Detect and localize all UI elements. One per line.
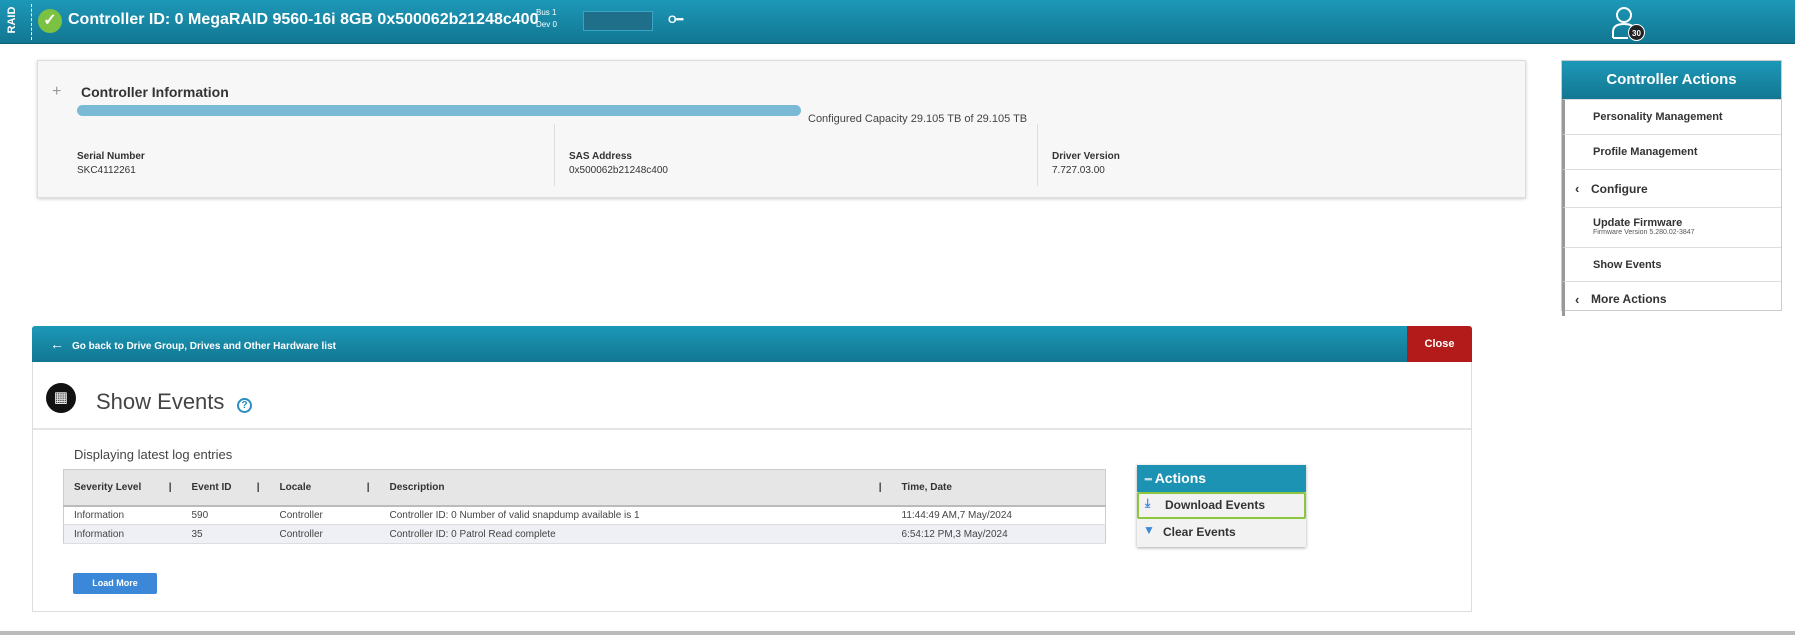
controller-card-icon xyxy=(583,11,653,31)
close-button[interactable]: Close xyxy=(1407,326,1472,362)
firmware-version: Firmware Version 5.280.02-3847 xyxy=(1593,229,1695,236)
driver-version-field: Driver Version 7.727.03.00 xyxy=(1052,151,1120,176)
actions-panel: ━ Actions ⤓ Download Events ▼ Clear Events xyxy=(1137,465,1306,547)
serial-number-field: Serial Number SKC4112261 xyxy=(77,151,145,176)
sas-address-field: SAS Address 0x500062b21248c400 xyxy=(569,151,668,176)
action-personality-management[interactable]: Personality Management xyxy=(1562,99,1781,134)
action-profile-management[interactable]: Profile Management xyxy=(1562,134,1781,169)
action-label: Profile Management xyxy=(1593,146,1698,158)
page-title: Show Events xyxy=(96,389,225,414)
chevron-left-icon: ‹ xyxy=(1575,292,1580,307)
action-show-events[interactable]: Show Events xyxy=(1562,247,1781,281)
clear-events-button[interactable]: ▼ Clear Events xyxy=(1137,519,1306,546)
trash-icon: ▼ xyxy=(1143,523,1155,537)
field-value: 0x500062b21248c400 xyxy=(569,165,668,176)
calendar-icon: ▦ xyxy=(46,383,76,413)
table-row[interactable]: Information 35 Controller Controller ID: 0 … xyxy=(63,524,1106,544)
user-count-badge: 30 xyxy=(1628,24,1645,41)
raid-label: RAID xyxy=(6,6,18,34)
column-header[interactable]: | Event ID xyxy=(181,469,270,507)
controller-title[interactable]: Controller ID: 0 MegaRAID 9560-16i 8GB 0… xyxy=(68,11,538,29)
action-label: Show Events xyxy=(1593,259,1662,271)
field-label: SAS Address xyxy=(569,151,632,162)
field-value: SKC4112261 xyxy=(77,165,136,176)
table-row[interactable]: Information 590 Controller Controller ID: 0… xyxy=(63,505,1106,525)
bottom-border xyxy=(0,631,1795,635)
load-more-button[interactable]: Load More xyxy=(73,573,157,594)
column-header[interactable]: | Locale xyxy=(269,469,380,507)
download-events-button[interactable]: ⤓ Download Events xyxy=(1137,492,1306,519)
divider xyxy=(31,4,32,40)
capacity-text: Configured Capacity 29.105 TB of 29.105 … xyxy=(808,113,1028,125)
divider xyxy=(33,428,1471,430)
actions-title: Actions xyxy=(1154,470,1207,486)
column-header[interactable]: | Description xyxy=(379,469,892,507)
download-icon: ⤓ xyxy=(1145,496,1151,510)
back-link[interactable]: ← Go back to Drive Group, Drives and Othe… xyxy=(32,326,1407,362)
action-label: Personality Management xyxy=(1593,111,1723,123)
actions-header[interactable]: ━ Actions xyxy=(1137,465,1306,492)
top-bar: RAID ✓ Controller ID: 0 MegaRAID 9560-16… xyxy=(0,0,1795,44)
arrow-left-icon: ← xyxy=(50,336,64,352)
controller-info-panel: + Controller Information Configured Capa… xyxy=(37,60,1526,198)
collapse-icon: ━ xyxy=(1145,474,1155,486)
controller-actions-panel: Controller Actions Personality Managemen… xyxy=(1561,60,1782,316)
action-configure[interactable]: ‹ Configure xyxy=(1562,169,1781,207)
dev-label: Dev 0 xyxy=(536,20,557,29)
bus-label: Bus 1 xyxy=(536,8,557,17)
action-label: Configure xyxy=(1591,182,1648,196)
action-label: More Actions xyxy=(1591,292,1667,306)
divider xyxy=(1037,124,1038,186)
back-label: Go back to Drive Group, Drives and Other… xyxy=(72,341,336,352)
action-label: Update Firmware xyxy=(1593,217,1683,229)
controller-info-title: Controller Information xyxy=(81,84,229,100)
chevron-left-icon: ‹ xyxy=(1575,181,1580,196)
controller-actions-title: Controller Actions xyxy=(1562,61,1781,99)
column-header[interactable]: | Severity Level xyxy=(63,469,182,507)
column-header[interactable]: Time, Date xyxy=(891,469,1106,507)
key-icon: O━ xyxy=(668,14,684,26)
field-value: 7.727.03.00 xyxy=(1052,165,1105,176)
help-icon[interactable]: ? xyxy=(237,398,252,413)
field-label: Serial Number xyxy=(77,151,145,162)
divider xyxy=(554,124,555,186)
expand-icon[interactable]: + xyxy=(52,83,61,101)
table-header: | Severity Level | Event ID | Locale | Descr… xyxy=(63,469,1106,507)
events-table: | Severity Level | Event ID | Locale | Descr… xyxy=(63,469,1106,544)
capacity-bar xyxy=(77,105,801,116)
status-ok-icon: ✓ xyxy=(38,9,62,33)
log-subtitle: Displaying latest log entries xyxy=(74,447,233,462)
field-label: Driver Version xyxy=(1052,151,1120,162)
action-more-actions[interactable]: ‹ More Actions xyxy=(1562,281,1781,316)
action-update-firmware[interactable]: Update Firmware Firmware Version 5.280.02… xyxy=(1562,207,1781,247)
